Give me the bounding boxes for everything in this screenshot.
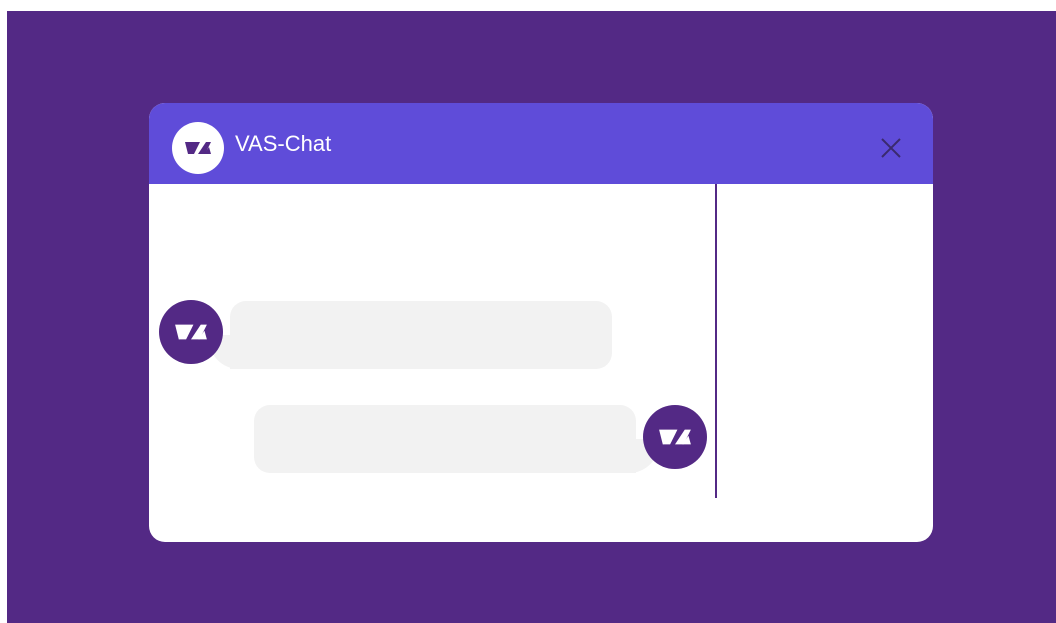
bot-avatar xyxy=(159,300,223,364)
chat-window: VAS-Chat xyxy=(149,103,933,542)
user-message-bubble xyxy=(254,405,636,473)
close-icon xyxy=(881,138,901,158)
bot-message-bubble xyxy=(230,301,612,369)
text-cursor xyxy=(715,184,717,498)
vas-logo-icon xyxy=(172,122,224,174)
vas-logo-icon xyxy=(659,429,691,445)
chat-title: VAS-Chat xyxy=(235,131,332,156)
close-button[interactable] xyxy=(875,132,907,164)
chat-header: VAS-Chat xyxy=(149,103,933,184)
user-avatar xyxy=(643,405,707,469)
vas-logo-icon xyxy=(175,324,207,340)
